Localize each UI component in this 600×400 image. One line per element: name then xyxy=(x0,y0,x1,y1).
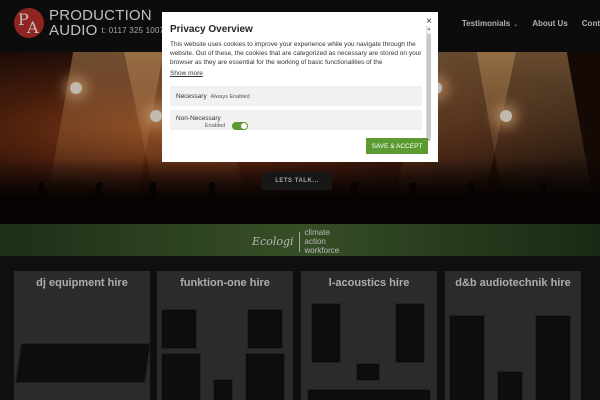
setting-necessary[interactable]: Necessary Always Enabled xyxy=(170,86,422,106)
save-accept-button[interactable]: SAVE & ACCEPT xyxy=(366,138,428,154)
page: PA PRODUCTION AUDIO t: 0117 325 1007 Tes… xyxy=(0,0,600,400)
privacy-modal: Privacy Overview × This website uses coo… xyxy=(162,12,438,162)
modal-scrollbar[interactable]: ▲ ▼ xyxy=(426,26,431,142)
scroll-up-icon[interactable]: ▲ xyxy=(427,26,431,31)
scrollbar-thumb[interactable] xyxy=(427,34,431,138)
setting-non-necessary[interactable]: Non-Necessary Enabled xyxy=(170,110,422,130)
non-necessary-toggle[interactable] xyxy=(232,122,248,130)
privacy-text: This website uses cookies to improve you… xyxy=(170,41,422,66)
modal-title: Privacy Overview xyxy=(170,24,253,35)
setting-status: Always Enabled xyxy=(210,94,250,100)
cookie-settings-list: Necessary Always Enabled Non-Necessary E… xyxy=(170,86,426,144)
show-more-link[interactable]: Show more xyxy=(170,70,203,77)
setting-status: Enabled xyxy=(205,123,226,129)
